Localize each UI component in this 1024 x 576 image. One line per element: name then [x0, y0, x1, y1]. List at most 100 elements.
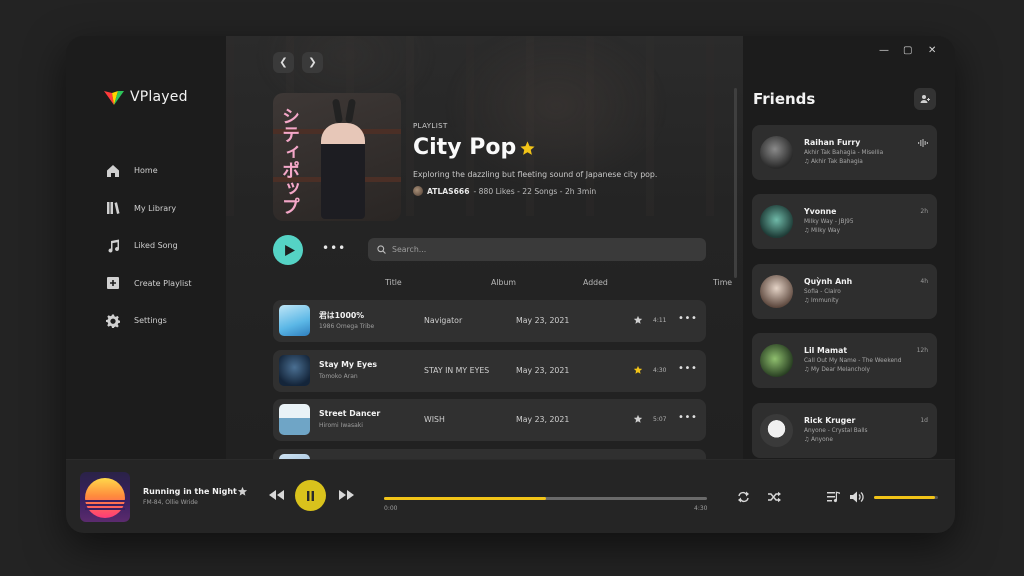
avatar	[760, 205, 793, 238]
table-row[interactable]: Street Dancer Hiromi Iwasaki WISH May 23…	[273, 399, 706, 441]
now-playing-artwork[interactable]	[80, 472, 130, 522]
friend-card[interactable]: Raihan Furry Akhir Tak Bahagia - Miselli…	[752, 125, 937, 180]
queue-button[interactable]	[827, 490, 841, 504]
back-button[interactable]: ❮	[273, 52, 294, 73]
progress-slider[interactable]	[384, 497, 707, 500]
cover-figure	[321, 123, 365, 219]
pause-button[interactable]	[295, 480, 326, 511]
friend-last-active: 4h	[920, 278, 928, 285]
gear-icon	[106, 314, 120, 328]
track-title: Street Dancer	[319, 409, 381, 418]
track-artist: 1986 Omega Tribe	[319, 323, 375, 330]
avatar	[760, 275, 793, 308]
minimize-button[interactable]: —	[879, 45, 889, 56]
row-more-button[interactable]: •••	[678, 412, 698, 423]
column-header-added[interactable]: Added	[583, 278, 608, 287]
avatar	[760, 414, 793, 447]
friend-card[interactable]: Quỳnh Anh Sofia - Clairo ♫ Immunity 4h	[752, 264, 937, 319]
chevron-left-icon: ❮	[279, 57, 288, 68]
maximize-button[interactable]: ▢	[903, 45, 912, 56]
maximize-icon: ▢	[903, 45, 913, 56]
shuffle-icon	[767, 491, 781, 503]
track-title: Stay My Eyes	[319, 360, 378, 369]
playlist-stats: - 880 Likes - 22 Songs - 2h 3min	[473, 186, 597, 196]
album-thumbnail	[279, 404, 310, 435]
now-playing-title[interactable]: Running in the Night	[143, 487, 237, 496]
sidebar-item-label: Create Playlist	[134, 278, 192, 288]
friend-last-active: 2h	[920, 208, 928, 215]
friend-card[interactable]: Yvonne Milky Way - JBJ95 ♫ Milky Way 2h	[752, 194, 937, 249]
track-artist: Tomoko Aran	[319, 373, 358, 380]
logo[interactable]: VPlayed	[104, 89, 188, 105]
close-button[interactable]: ✕	[928, 45, 936, 56]
volume-button[interactable]	[849, 490, 865, 504]
add-friend-button[interactable]	[914, 88, 936, 110]
shuffle-button[interactable]	[767, 490, 781, 504]
friend-now-playing: Akhir Tak Bahagia - Misellia	[804, 150, 884, 156]
table-row[interactable]: 君は1000% 1986 Omega Tribe Navigator May 2…	[273, 300, 706, 342]
sidebar-item-label: Liked Song	[134, 241, 178, 251]
friend-name: Yvonne	[804, 207, 837, 216]
repeat-button[interactable]	[736, 490, 750, 504]
sidebar-item-label: My Library	[134, 203, 177, 213]
avatar	[760, 344, 793, 377]
avatar	[760, 136, 793, 169]
friend-card[interactable]: Lil Mamat Call Out My Name - The Weekend…	[752, 333, 937, 388]
friend-last-active: 12h	[916, 347, 928, 354]
column-header-album[interactable]: Album	[491, 278, 516, 287]
friend-now-playing: Sofia - Clairo	[804, 289, 841, 295]
previous-button[interactable]	[268, 488, 284, 502]
volume-icon	[849, 491, 864, 503]
equalizer-icon	[918, 139, 928, 147]
friend-now-playing: Milky Way - JBJ95	[804, 219, 854, 225]
play-playlist-button[interactable]	[273, 235, 303, 265]
friend-name: Rick Kruger	[804, 416, 856, 425]
table-row[interactable]: Stay My Eyes Tomoko Aran STAY IN MY EYES…	[273, 350, 706, 392]
sidebar-item-label: Home	[134, 166, 158, 176]
sidebar-item-settings[interactable]: Settings	[106, 302, 192, 340]
playlist-meta: ATLAS666 - 880 Likes - 22 Songs - 2h 3mi…	[413, 186, 596, 196]
row-more-button[interactable]: •••	[678, 313, 698, 324]
row-more-button[interactable]: •••	[678, 363, 698, 374]
friend-name: Lil Mamat	[804, 346, 848, 355]
forward-button[interactable]: ❯	[302, 52, 323, 73]
search-bar[interactable]	[368, 238, 706, 261]
volume-slider[interactable]	[874, 496, 938, 499]
friend-name: Quỳnh Anh	[804, 277, 853, 286]
sidebar-item-my-library[interactable]: My Library	[106, 190, 192, 228]
owner-name[interactable]: ATLAS666	[427, 187, 470, 196]
album-thumbnail	[279, 355, 310, 386]
playlist-cover: シティポップ	[273, 93, 401, 221]
search-input[interactable]	[392, 245, 692, 254]
star-icon[interactable]	[519, 140, 536, 157]
track-title: 君は1000%	[319, 311, 365, 320]
scrollbar[interactable]	[734, 88, 737, 278]
desktop-background: VPlayed Home My Library Liked Song Creat…	[0, 0, 1024, 576]
sidebar-item-home[interactable]: Home	[106, 152, 192, 190]
friend-card[interactable]: Rick Kruger Anyone - Crystal Balls ♫ Any…	[752, 403, 937, 458]
sidebar-item-create-playlist[interactable]: Create Playlist	[106, 265, 192, 303]
track-album: Navigator	[424, 316, 463, 325]
friend-song: ♫ Milky Way	[804, 228, 841, 234]
track-duration: 5:07	[653, 416, 667, 423]
sidebar-item-liked-song[interactable]: Liked Song	[106, 227, 192, 265]
playlist-title: City Pop	[413, 135, 517, 160]
cover-title-text: シティポップ	[279, 107, 300, 215]
friend-song: ♫ My Dear Melancholy	[804, 367, 870, 373]
column-header-title[interactable]: Title	[385, 278, 402, 287]
friend-song: ♫ Anyone	[804, 437, 833, 443]
star-icon[interactable]	[633, 315, 643, 325]
star-icon[interactable]	[633, 365, 643, 375]
brand-name: VPlayed	[130, 89, 188, 105]
next-button[interactable]	[338, 488, 354, 502]
rewind-icon	[268, 490, 284, 500]
now-playing-artist[interactable]: FM-84, Ollie Wride	[143, 499, 198, 506]
column-header-time[interactable]: Time	[713, 278, 732, 287]
star-icon[interactable]	[237, 486, 248, 497]
home-icon	[106, 164, 120, 178]
star-icon[interactable]	[633, 414, 643, 424]
album-thumbnail	[279, 305, 310, 336]
more-options-button[interactable]: •••	[322, 241, 346, 255]
friend-song-title: Akhir Tak Bahagia	[811, 159, 863, 165]
friend-song-title: My Dear Melancholy	[811, 367, 870, 373]
